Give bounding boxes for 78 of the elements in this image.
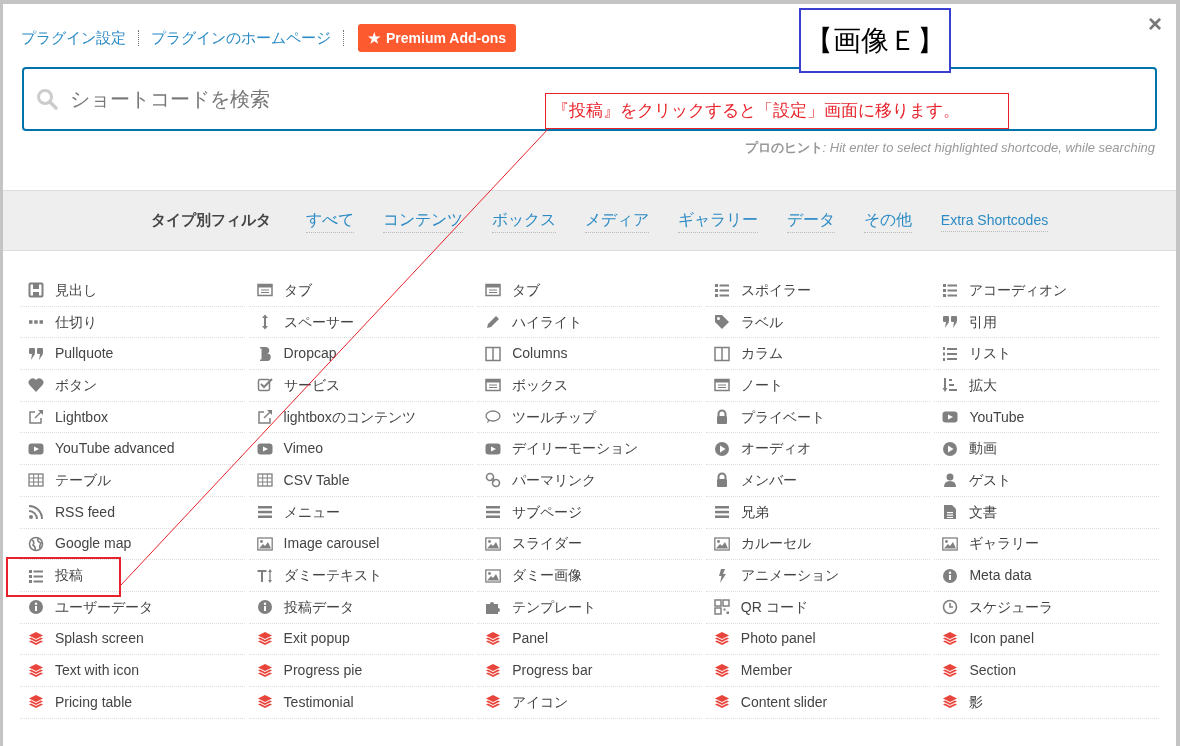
shortcode-item[interactable]: YouTube advanced [28,438,175,460]
shortcode-item[interactable]: ユーザーデータ [28,596,153,618]
shortcode-item[interactable]: 動画 [942,438,998,460]
shortcode-item[interactable]: スポイラー [713,279,811,301]
shortcode-item[interactable]: ツールチップ [485,406,597,428]
shortcode-item[interactable]: 兄弟 [713,501,769,523]
shortcode-item[interactable]: パーマリンク [485,469,597,491]
shortcode-item[interactable]: Text with icon [28,660,140,682]
shortcode-item[interactable]: Testimonial [256,691,354,713]
shortcode-item[interactable]: Meta data [942,565,1032,587]
nav-link[interactable]: プラグインのホームページ [151,26,331,50]
shortcode-item[interactable]: デイリーモーション [485,438,639,460]
shortcode-item[interactable]: メニュー [256,501,340,523]
shortcode-item[interactable]: スペーサー [256,311,354,333]
shortcode-item[interactable]: アイコン [485,691,569,713]
shortcode-item[interactable]: アコーディオン [942,279,1068,301]
shortcode-item[interactable]: RSS feed [28,501,115,523]
shortcode-item[interactable]: アニメーション [713,565,839,587]
shortcode-item[interactable]: オーディオ [713,438,811,460]
search-icon [36,88,58,110]
shortcode-item[interactable]: ゲスト [942,469,1012,491]
shortcode-item[interactable]: ハイライト [485,311,583,333]
shortcode-item[interactable]: ラベル [713,311,783,333]
shortcode-item[interactable]: Progress pie [256,660,363,682]
shortcode-item[interactable]: Member [713,660,793,682]
shortcode-item[interactable]: YouTube [942,406,1025,428]
shortcode-item[interactable]: Exit popup [256,628,350,650]
shortcode-item[interactable]: ギャラリー [942,533,1040,555]
shortcode-item[interactable]: Google map [28,533,132,555]
shortcode-item[interactable]: カラム [713,343,783,365]
shortcode-item[interactable]: メンバー [713,469,797,491]
shortcode-item[interactable]: サービス [256,374,340,396]
shortcode-item[interactable]: スケジューラ [942,596,1054,618]
shortcode-item[interactable]: 見出し [28,279,97,301]
shortcode-item[interactable]: 仕切り [28,311,97,333]
shortcode-item[interactable]: Vimeo [256,438,324,460]
shortcode-item[interactable]: プライベート [713,406,825,428]
shortcode-item[interactable]: Image carousel [256,533,380,555]
shortcode-item[interactable]: タブ [256,279,312,301]
callout-note: 『投稿』をクリックすると「設定」画面に移ります。 [545,93,1009,129]
shortcode-item[interactable]: ノート [713,374,783,396]
shortcode-item[interactable]: lightboxのコンテンツ [256,406,416,428]
image-label: 【画像Ｅ】 [799,8,951,73]
shortcode-item[interactable]: ボックス [485,374,569,396]
shortcode-item[interactable]: Dropcap [256,343,337,365]
shortcode-item[interactable]: テンプレート [485,596,597,618]
shortcode-item[interactable]: Pricing table [28,691,133,713]
pro-hint: プロのヒント: Hit enter to select highlighted shortcode, while searching [744,139,1155,157]
filter-label: タイプ別フィルタ [150,210,271,231]
shortcode-item[interactable]: テーブル [28,469,111,491]
shortcode-item[interactable]: タブ [485,279,541,301]
close-button[interactable]: × [1148,12,1162,36]
shortcode-item[interactable]: 引用 [942,311,998,333]
shortcode-item[interactable]: Progress bar [485,660,593,682]
shortcode-item[interactable]: ダミー画像 [485,565,583,587]
shortcode-item[interactable]: Splash screen [28,628,144,650]
shortcode-item[interactable]: ボタン [28,374,97,396]
shortcode-item[interactable]: 文書 [942,501,998,523]
shortcode-item[interactable]: Section [942,660,1017,682]
shortcode-item[interactable]: 影 [942,691,984,713]
shortcode-item[interactable]: 投稿データ [256,596,354,618]
shortcode-item[interactable]: Photo panel [713,628,816,650]
shortcode-item[interactable]: Columns [485,343,568,365]
shortcode-item[interactable]: Panel [485,628,548,650]
nav-link[interactable]: プラグイン設定 [21,26,126,50]
shortcode-item[interactable]: CSV Table [256,469,350,491]
shortcode-item[interactable]: 拡大 [942,374,998,396]
shortcode-item[interactable]: ダミーテキスト [256,565,382,587]
shortcode-item[interactable]: スライダー [485,533,583,555]
shortcode-item[interactable]: Icon panel [942,628,1034,650]
shortcode-item[interactable]: カルーセル [713,533,811,555]
shortcode-item[interactable]: Lightbox [28,406,108,428]
shortcode-item[interactable]: サブページ [485,501,583,523]
shortcode-item[interactable]: QR コード [713,596,808,618]
shortcode-item[interactable]: Content slider [713,691,828,713]
shortcode-item[interactable]: リスト [942,343,1012,365]
shortcode-item[interactable]: Pullquote [28,343,114,365]
shortcode-item[interactable]: 投稿 [28,565,83,587]
